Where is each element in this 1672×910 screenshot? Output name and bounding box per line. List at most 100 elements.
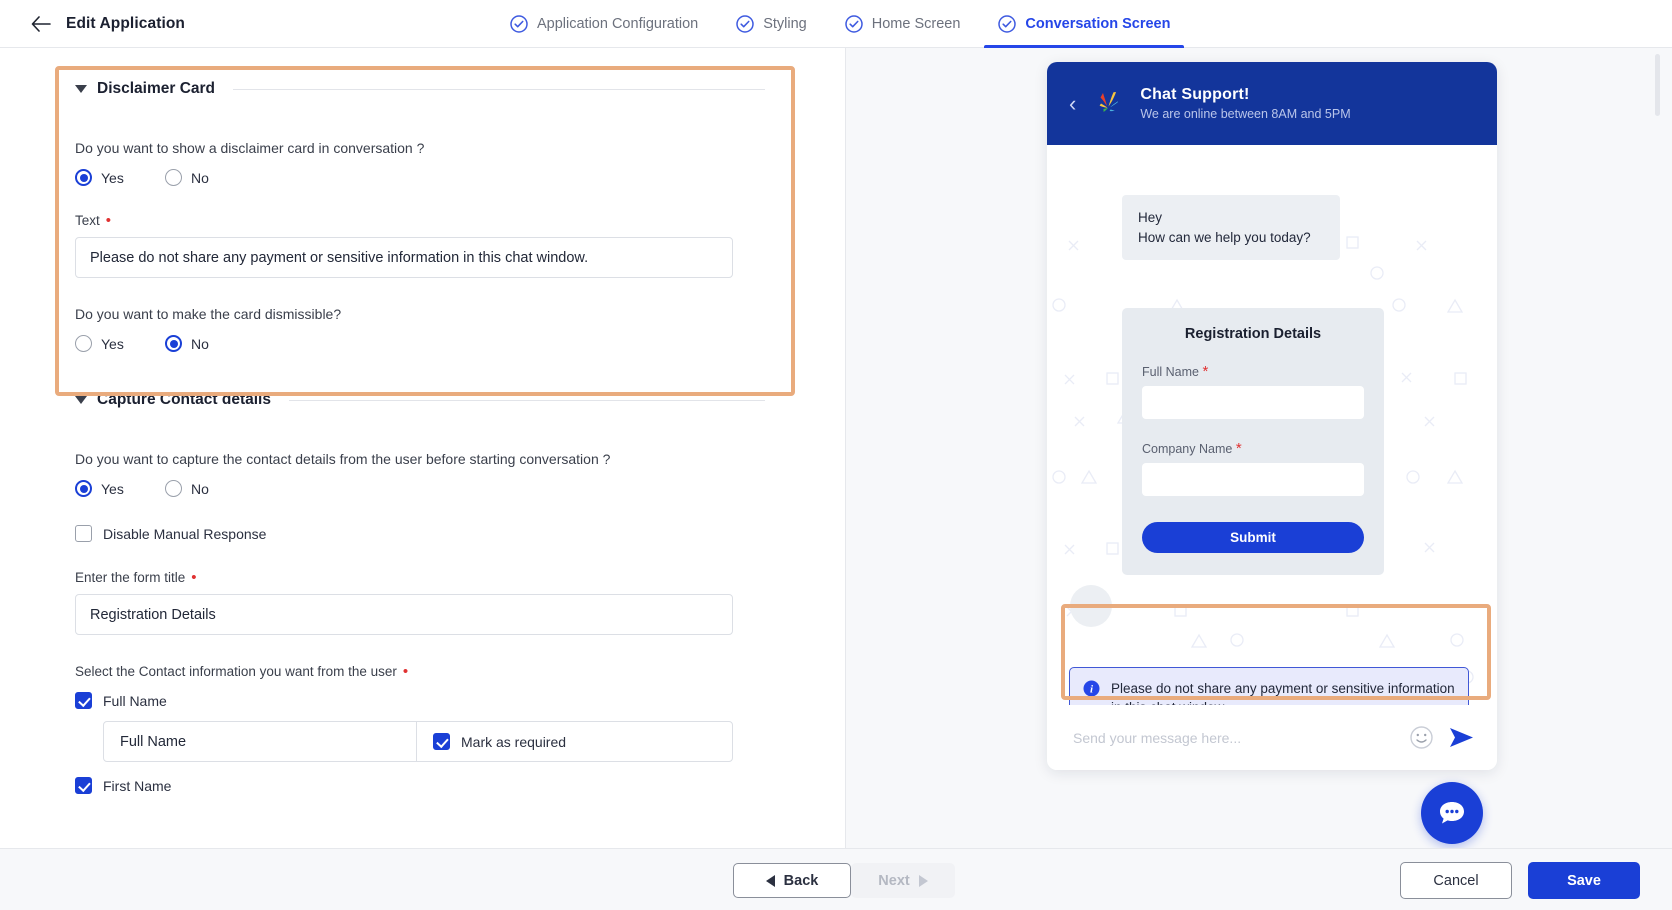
bot-greeting-bubble: Hey How can we help you today? [1122,195,1340,261]
show-disclaimer-question: Do you want to show a disclaimer card in… [75,140,425,156]
radio-capture-no[interactable]: No [165,480,209,497]
radio-label: Yes [101,169,124,186]
preview-full-name-input[interactable] [1142,386,1364,419]
radio-dismissible-yes[interactable]: Yes [75,335,165,352]
checkbox-indicator [75,525,92,542]
arrow-left-icon[interactable] [30,13,52,35]
tab-home-screen[interactable]: Home Screen [845,0,960,48]
required-indicator: * [1235,440,1242,457]
next-button: Next [851,863,955,898]
full-name-display-input[interactable]: Full Name [104,722,417,761]
capture-contact-question: Do you want to capture the contact detai… [75,451,611,467]
chat-widget-body: Hey How can we help you today? Registrat… [1047,145,1497,705]
preview-submit-button[interactable]: Submit [1142,522,1364,553]
tab-label: Application Configuration [537,16,699,32]
checkbox-label: Full Name [103,692,167,709]
triangle-left-icon [765,874,775,887]
radio-indicator [75,480,92,497]
preview-company-name-input[interactable] [1142,463,1364,496]
capture-contact-section-header[interactable]: Capture Contact details [75,391,765,409]
radio-indicator [165,169,182,186]
checkbox-first-name[interactable]: First Name [75,777,765,794]
divider [233,88,765,90]
tab-conversation-screen[interactable]: Conversation Screen [984,0,1185,48]
page-title: Edit Application [66,14,185,32]
checkbox-full-name[interactable]: Full Name [75,692,765,709]
top-bar: Edit Application Application Configurati… [0,0,1672,48]
radio-indicator [75,169,92,186]
preview-company-name-label: Company Name * [1142,441,1364,456]
disclaimer-text-label-row: Text • [75,213,765,228]
disclaimer-section-header[interactable]: Disclaimer Card [75,80,765,98]
chat-widget-header: ‹ Chat Support! We are online between 8A… [1047,62,1497,145]
checkbox-indicator [433,733,450,750]
wizard-steps: Application Configuration Styling Home S… [510,0,1208,48]
disable-manual-response-checkbox[interactable]: Disable Manual Response [75,525,765,542]
registration-form-title: Registration Details [1184,326,1322,342]
preview-full-name-label: Full Name * [1142,364,1364,379]
form-title-input[interactable]: Registration Details [75,594,733,635]
back-button[interactable]: Back [733,863,851,898]
tab-application-configuration[interactable]: Application Configuration [510,0,698,48]
back-button-label: Back [783,872,819,889]
chat-header-text: Chat Support! We are online between 8AM … [1140,86,1350,121]
footer-action-bar: Back Next Cancel Save [0,848,1672,910]
dismissible-radio-group[interactable]: Yes No [75,335,765,352]
check-circle-icon [845,15,863,33]
next-button-label: Next [878,872,910,889]
triangle-right-icon [918,874,928,887]
capture-contact-radio-group[interactable]: Yes No [75,480,765,497]
preview-disclaimer-text: Please do not share any payment or sensi… [1111,681,1455,705]
registration-form-card: Registration Details Full Name * Company… [1122,308,1384,575]
radio-label: Yes [101,335,124,352]
chat-bubble-icon[interactable] [1421,782,1483,844]
disclaimer-text-value: Please do not share any payment or sensi… [90,249,589,266]
chat-widget-preview: ‹ Chat Support! We are online between 8A… [1047,62,1497,770]
scrollbar[interactable] [1655,54,1660,116]
show-disclaimer-radio-group[interactable]: Yes No [75,169,765,186]
capture-contact-section: Capture Contact details Do you want to c… [75,391,765,794]
radio-show-disclaimer-yes[interactable]: Yes [75,169,165,186]
disclaimer-card-section: Disclaimer Card Do you want to show a di… [75,80,765,352]
check-circle-icon [736,15,754,33]
checkbox-label: First Name [103,777,172,794]
message-input[interactable]: Send your message here... [1073,730,1395,746]
cancel-button[interactable]: Cancel [1400,862,1512,899]
chevron-down-icon[interactable] [75,396,87,404]
preview-disclaimer-card: i Please do not share any payment or sen… [1069,667,1469,705]
radio-dismissible-no[interactable]: No [165,335,209,352]
disclaimer-text-input[interactable]: Please do not share any payment or sensi… [75,237,733,278]
radio-label: No [191,480,209,497]
greeting-line-2: How can we help you today? [1138,229,1311,245]
radio-indicator [75,335,92,352]
radio-show-disclaimer-no[interactable]: No [165,169,209,186]
emoji-smiley-icon[interactable] [1409,725,1434,750]
section-title: Capture Contact details [97,391,271,408]
required-indicator: * [1202,363,1209,380]
dismissible-question: Do you want to make the card dismissible… [75,306,342,322]
chevron-left-icon[interactable]: ‹ [1069,92,1076,115]
form-title-value: Registration Details [90,606,216,623]
settings-form-panel: Disclaimer Card Do you want to show a di… [0,48,845,848]
full-name-required-checkbox[interactable]: Mark as required [417,722,732,761]
required-indicator: • [402,663,409,680]
divider [288,399,765,401]
check-circle-icon [998,15,1017,33]
checkbox-indicator [75,777,92,794]
checkbox-label: Mark as required [461,733,567,750]
required-indicator: • [105,212,112,229]
chevron-down-icon[interactable] [75,85,87,93]
form-title-label-row: Enter the form title • [75,570,765,585]
tab-styling[interactable]: Styling [736,0,807,48]
tab-label: Styling [763,16,807,32]
radio-label: No [191,335,209,352]
brand-splash-logo [1090,89,1126,119]
label-text: Full Name [1142,365,1199,379]
tab-label: Conversation Screen [1025,16,1171,32]
select-contact-info-label: Select the Contact information you want … [75,664,397,679]
avatar [1070,585,1112,627]
section-title: Disclaimer Card [97,80,216,97]
radio-capture-yes[interactable]: Yes [75,480,165,497]
save-button[interactable]: Save [1528,862,1640,899]
send-arrow-icon[interactable] [1448,725,1475,750]
